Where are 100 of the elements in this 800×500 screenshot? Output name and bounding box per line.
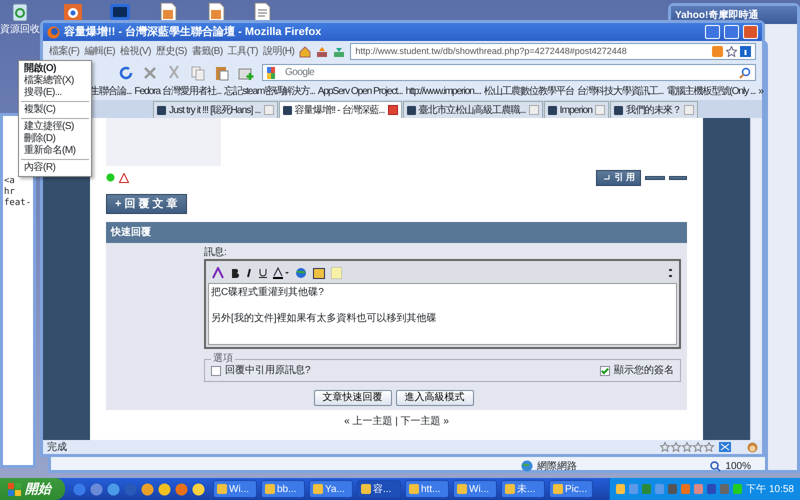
app-icon (457, 484, 467, 494)
menu-item[interactable]: 說明(H) (262, 44, 294, 59)
quick-launch-icon[interactable] (158, 482, 171, 496)
site-icon (406, 106, 416, 114)
quick-launch-icon[interactable] (192, 482, 205, 496)
menu-item[interactable]: 編輯(E) (84, 44, 116, 59)
taskbar-button[interactable]: 未... (501, 480, 545, 498)
firefox-icon (47, 26, 60, 38)
taskbar-button[interactable]: Wi... (213, 480, 257, 498)
underline-icon[interactable] (259, 268, 267, 278)
browser-tab[interactable]: 容量爆增!! - 台灣深藍... (278, 101, 402, 118)
taskbar-button[interactable]: Ya... (309, 480, 353, 498)
quick-launch-icon[interactable] (175, 482, 188, 496)
field-label: 訊息: (204, 247, 228, 259)
browser-tab[interactable]: 我們的未來？ (610, 101, 698, 118)
quick-launch-icon[interactable] (90, 482, 103, 496)
menu-item[interactable]: 歷史(S) (156, 44, 187, 59)
text-color-icon[interactable] (273, 267, 289, 279)
bookmark-link[interactable]: 松山工農數位教學平台 (484, 84, 574, 99)
bookmark-link[interactable]: 電腦主機板型號(Only ... (666, 84, 756, 99)
reload-icon[interactable] (118, 64, 134, 80)
section-header: 快速回覆 (106, 222, 687, 243)
fieldset-label: 選項 (212, 353, 234, 365)
code-line: feat- (3, 198, 32, 208)
menu-item[interactable]: 檔案(F) (49, 44, 80, 59)
stop-icon[interactable] (142, 64, 158, 80)
search-field[interactable]: Google (262, 64, 756, 81)
form-button[interactable]: 文章快速回覆 (314, 390, 392, 406)
taskbar-button[interactable]: bb... (261, 480, 305, 498)
app-icon (409, 484, 419, 494)
quick-launch-icon[interactable] (141, 482, 154, 496)
checkbox[interactable] (211, 366, 221, 376)
checkbox[interactable] (600, 366, 610, 376)
scrollbar[interactable] (750, 118, 762, 440)
addon-icon[interactable] (719, 442, 731, 452)
copy-icon[interactable] (190, 64, 206, 80)
quick-launch-icon[interactable] (107, 482, 120, 496)
menu-item[interactable]: 檔案總管(X) (19, 75, 91, 87)
maximize-button[interactable] (724, 25, 739, 39)
menu-item[interactable]: 檢視(V) (120, 44, 151, 59)
menu-item[interactable]: 重新命名(M) (19, 145, 91, 157)
menu-item[interactable]: 開啟(O) (19, 63, 91, 75)
menu-item[interactable]: 複製(C) (19, 104, 91, 116)
paste-icon[interactable] (214, 64, 230, 80)
browser-tab[interactable]: Imperion (544, 101, 610, 118)
site-icon (157, 106, 166, 114)
code-line: hr (3, 186, 16, 198)
reply-button[interactable]: + 回 覆 文 章 (106, 194, 187, 214)
browser-tab[interactable]: 臺北市立松山高級工農職... (402, 101, 543, 118)
menu-item[interactable]: 搜尋(E)... (19, 87, 91, 99)
recycle-bin-icon[interactable] (10, 2, 30, 22)
menu-item[interactable]: 刪除(D) (19, 133, 91, 145)
app-icon (361, 484, 371, 494)
bold-icon[interactable] (230, 268, 239, 278)
rating-stars-icon[interactable] (660, 442, 715, 452)
minimize-button[interactable] (705, 25, 720, 39)
tab-close-button[interactable] (388, 105, 398, 115)
search-placeholder: Google (285, 66, 314, 80)
app-icon (313, 484, 323, 494)
download-icon[interactable] (333, 46, 346, 58)
bookmark-link[interactable]: AppServ Open Project... (318, 84, 403, 99)
taskbar-button[interactable]: Wi... (453, 480, 497, 498)
multi-quote-button[interactable] (645, 176, 665, 180)
clock: 下午 10:58 (746, 482, 794, 496)
browser-tab[interactable]: Just try it !!! [聡死Hans] ... (153, 101, 278, 118)
bookmark-link[interactable]: http://www.imperion.... (406, 84, 481, 99)
menu-item[interactable]: 內容(R) (19, 162, 91, 174)
taskbar-button[interactable]: 容... (357, 480, 401, 498)
bookmark-link[interactable]: » (758, 84, 763, 99)
message-text[interactable]: 把C碟程式重灌到其他碟? 另外[我的文件]裡如果有太多資料也可以移到其他碟 (208, 283, 677, 345)
app-icon (505, 484, 515, 494)
upload-icon[interactable] (316, 46, 328, 58)
image-icon[interactable] (313, 268, 325, 278)
menu-item[interactable]: 建立捷徑(S) (19, 121, 91, 133)
windows-logo-icon (8, 482, 21, 496)
quote-button[interactable]: 引 用 (596, 170, 641, 186)
quick-reply-icon-button[interactable] (669, 176, 687, 180)
search-icon[interactable] (739, 66, 751, 78)
form-button[interactable]: 進入高級模式 (396, 390, 474, 406)
taskbar-button[interactable]: Pic... (549, 480, 593, 498)
address-field[interactable]: http://www.student.tw/db/showthread.php?p=4272448#post4272448 (350, 43, 756, 60)
home-icon[interactable] (299, 46, 312, 58)
warning-icon (119, 172, 129, 183)
menu-item[interactable]: 工具(T) (228, 44, 258, 59)
info-icon[interactable] (740, 46, 751, 57)
bookmark-link[interactable]: 忘記steam密碼解決方... (224, 84, 315, 99)
star-icon[interactable] (726, 46, 737, 57)
close-button[interactable] (743, 25, 758, 39)
thread-nav-links[interactable]: « 上一主題 | 下一主題 » (106, 414, 687, 429)
security-zone-label: 網際網路 (537, 460, 577, 474)
italic-icon[interactable] (245, 268, 253, 278)
taskbar-button[interactable]: htt... (405, 480, 449, 498)
menu-item[interactable]: 書籤(B) (192, 44, 223, 59)
start-button[interactable]: 開始 (0, 478, 65, 500)
bookmark-link[interactable]: Fedora 台灣愛用者社... (134, 84, 222, 99)
bookmark-link[interactable]: 台灣科技大學資訊工... (576, 84, 664, 99)
zoom-icon[interactable] (710, 460, 722, 472)
zoom-level[interactable]: 100% (725, 458, 751, 474)
site-icon (614, 106, 624, 114)
desktop-icon-label[interactable]: 資源回收 (0, 22, 40, 37)
